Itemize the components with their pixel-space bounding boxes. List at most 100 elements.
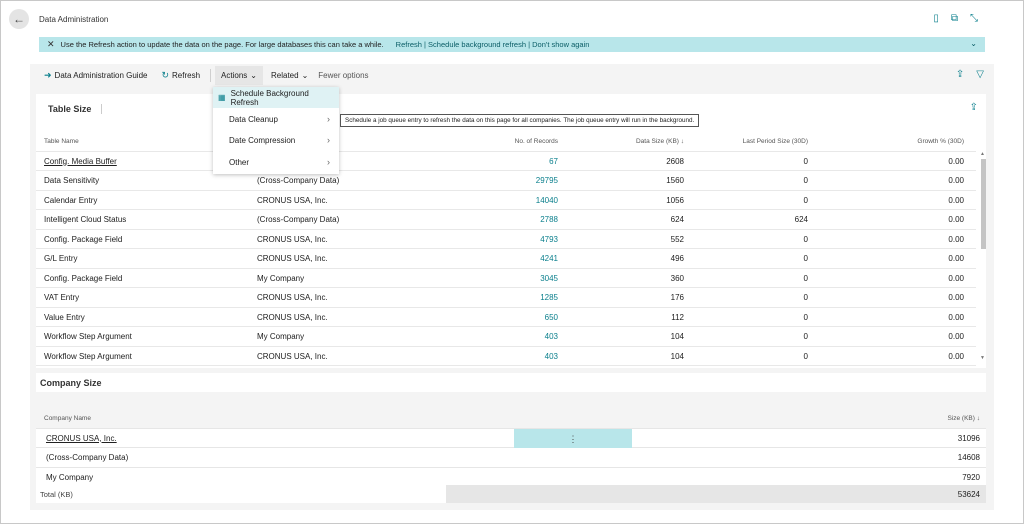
- table-row[interactable]: Config. Media Buffer 67 2608 0 0.00: [36, 152, 976, 171]
- more-options-icon[interactable]: ⋮: [569, 434, 578, 445]
- records-cell[interactable]: 2788: [540, 215, 558, 224]
- company-cell: My Company: [257, 332, 305, 341]
- page-title: Data Administration: [39, 15, 109, 24]
- table-row[interactable]: Workflow Step Argument My Company 403 10…: [36, 327, 976, 347]
- share-icon[interactable]: ⇪: [956, 69, 964, 80]
- col-data-size[interactable]: Data Size (KB) ↓: [636, 138, 684, 145]
- table-row[interactable]: Value Entry CRONUS USA, Inc. 650 112 0 0…: [36, 308, 976, 327]
- guide-icon: ➜: [44, 69, 52, 80]
- back-button[interactable]: ←: [9, 9, 29, 29]
- scroll-up-icon[interactable]: ▲: [980, 151, 985, 157]
- size-cell: 1056: [666, 195, 684, 205]
- collapse-icon[interactable]: ⤡: [970, 13, 978, 24]
- company-size-cell: 14608: [957, 453, 980, 462]
- action-bar: ➜ Data Administration Guide ↻ Refresh Ac…: [30, 64, 994, 86]
- table-name-cell: Config. Package Field: [44, 234, 123, 244]
- table-row[interactable]: Config. Package Field CRONUS USA, Inc. 4…: [36, 230, 976, 249]
- notification-message: Use the Refresh action to update the dat…: [60, 40, 384, 49]
- last-cell: 0: [803, 234, 808, 244]
- menu-item-date-compression[interactable]: Date Compression ›: [213, 130, 339, 151]
- records-cell[interactable]: 3045: [540, 274, 558, 283]
- records-cell[interactable]: 67: [549, 157, 558, 166]
- last-cell: 0: [803, 312, 808, 322]
- related-menu-button[interactable]: Related ⌄: [271, 71, 308, 80]
- col-table-name[interactable]: Table Name: [44, 138, 79, 145]
- col-size[interactable]: Size (KB) ↓: [947, 415, 980, 422]
- bookmark-icon[interactable]: ▯: [933, 13, 939, 24]
- refresh-button[interactable]: ↻ Refresh: [161, 70, 200, 81]
- col-company-name[interactable]: Company Name: [44, 415, 91, 422]
- share-icon[interactable]: ⇪: [970, 102, 978, 113]
- growth-cell: 0.00: [948, 254, 964, 263]
- table-row[interactable]: Calendar Entry CRONUS USA, Inc. 14040 10…: [36, 191, 976, 210]
- growth-cell: 0.00: [948, 293, 964, 302]
- size-cell: 112: [671, 312, 684, 322]
- company-cell: CRONUS USA, Inc.: [257, 254, 328, 263]
- chevron-down-icon[interactable]: ⌄: [970, 39, 977, 48]
- last-cell: 0: [803, 273, 808, 283]
- table-row[interactable]: Workflow Step Argument CRONUS USA, Inc. …: [36, 347, 976, 366]
- data-administration-guide-button[interactable]: ➜ Data Administration Guide: [44, 70, 147, 81]
- growth-cell: 0.00: [948, 351, 964, 361]
- company-cell: My Company: [257, 273, 305, 283]
- filter-icon[interactable]: ▽: [976, 69, 984, 80]
- table-row[interactable]: Intelligent Cloud Status (Cross-Company …: [36, 210, 976, 230]
- col-growth[interactable]: Growth % (30D): [917, 138, 964, 145]
- records-cell[interactable]: 1285: [540, 293, 558, 302]
- company-row[interactable]: CRONUS USA, Inc. ⋮ 31096: [36, 428, 986, 448]
- table-row[interactable]: VAT Entry CRONUS USA, Inc. 1285 176 0 0.…: [36, 288, 976, 308]
- growth-cell: 0.00: [948, 156, 964, 166]
- company-row[interactable]: (Cross-Company Data) 14608: [36, 448, 986, 468]
- records-cell[interactable]: 650: [545, 313, 558, 322]
- scrollbar-thumb[interactable]: [981, 159, 986, 249]
- col-records[interactable]: No. of Records: [515, 138, 558, 145]
- table-row[interactable]: Data Sensitivity (Cross-Company Data) 29…: [36, 171, 976, 191]
- company-cell: CRONUS USA, Inc.: [257, 195, 328, 205]
- back-arrow-icon: ←: [13, 12, 25, 26]
- vertical-scrollbar[interactable]: ▲ ▼: [980, 151, 986, 361]
- records-cell[interactable]: 403: [545, 352, 558, 361]
- menu-item-other[interactable]: Other ›: [213, 152, 339, 173]
- records-cell[interactable]: 403: [545, 332, 558, 341]
- company-size-cell: 7920: [962, 472, 980, 482]
- actions-menu-button[interactable]: Actions ⌄: [215, 65, 263, 85]
- records-cell[interactable]: 14040: [536, 196, 558, 205]
- company-name-cell[interactable]: CRONUS USA, Inc.: [46, 434, 117, 443]
- table-row[interactable]: Config. Package Field My Company 3045 36…: [36, 269, 976, 288]
- fewer-options-label: Fewer options: [318, 70, 369, 80]
- title-actions: ▯ ⧉ ⤡: [933, 13, 978, 24]
- size-cell: 104: [670, 332, 684, 341]
- scroll-down-icon[interactable]: ▼: [980, 355, 985, 361]
- menu-item-label: Data Cleanup: [229, 115, 278, 124]
- open-new-window-icon[interactable]: ⧉: [951, 13, 958, 24]
- growth-cell: 0.00: [948, 176, 964, 185]
- menu-item-schedule-background-refresh[interactable]: ▦ Schedule Background Refresh: [213, 87, 339, 108]
- size-cell: 1560: [666, 176, 684, 185]
- table-size-part: Table Size ⇪ Table Name No. of Records D…: [36, 94, 986, 368]
- table-header-row: Table Name No. of Records Data Size (KB)…: [36, 132, 976, 152]
- row-actions-cell[interactable]: ⋮: [514, 428, 632, 448]
- growth-cell: 0.00: [948, 215, 964, 224]
- chevron-right-icon: ›: [327, 114, 330, 124]
- company-cell: (Cross-Company Data): [257, 215, 340, 224]
- notification-links[interactable]: Refresh | Schedule background refresh | …: [396, 40, 590, 49]
- table-row[interactable]: G/L Entry CRONUS USA, Inc. 4241 496 0 0.…: [36, 249, 976, 269]
- actions-label: Actions: [221, 70, 248, 80]
- dismiss-icon[interactable]: ✕: [47, 39, 55, 50]
- chevron-right-icon: ›: [327, 135, 330, 145]
- chevron-down-icon: ⌄: [301, 70, 309, 80]
- menu-item-data-cleanup[interactable]: Data Cleanup ›: [213, 109, 339, 130]
- guide-label: Data Administration Guide: [54, 70, 148, 80]
- col-last-period[interactable]: Last Period Size (30D): [743, 138, 808, 145]
- table-size-title: Table Size: [48, 104, 103, 114]
- table-name-cell: Config. Package Field: [44, 273, 123, 283]
- records-cell[interactable]: 29795: [536, 176, 558, 185]
- size-cell: 360: [670, 273, 684, 283]
- records-cell[interactable]: 4241: [540, 254, 558, 263]
- total-value: 53624: [957, 490, 980, 499]
- fewer-options-button[interactable]: Fewer options: [318, 71, 368, 80]
- total-label: Total (KB): [40, 490, 73, 499]
- records-cell[interactable]: 4793: [540, 235, 558, 244]
- last-cell: 0: [803, 254, 808, 263]
- table-name-cell[interactable]: Config. Media Buffer: [44, 157, 117, 166]
